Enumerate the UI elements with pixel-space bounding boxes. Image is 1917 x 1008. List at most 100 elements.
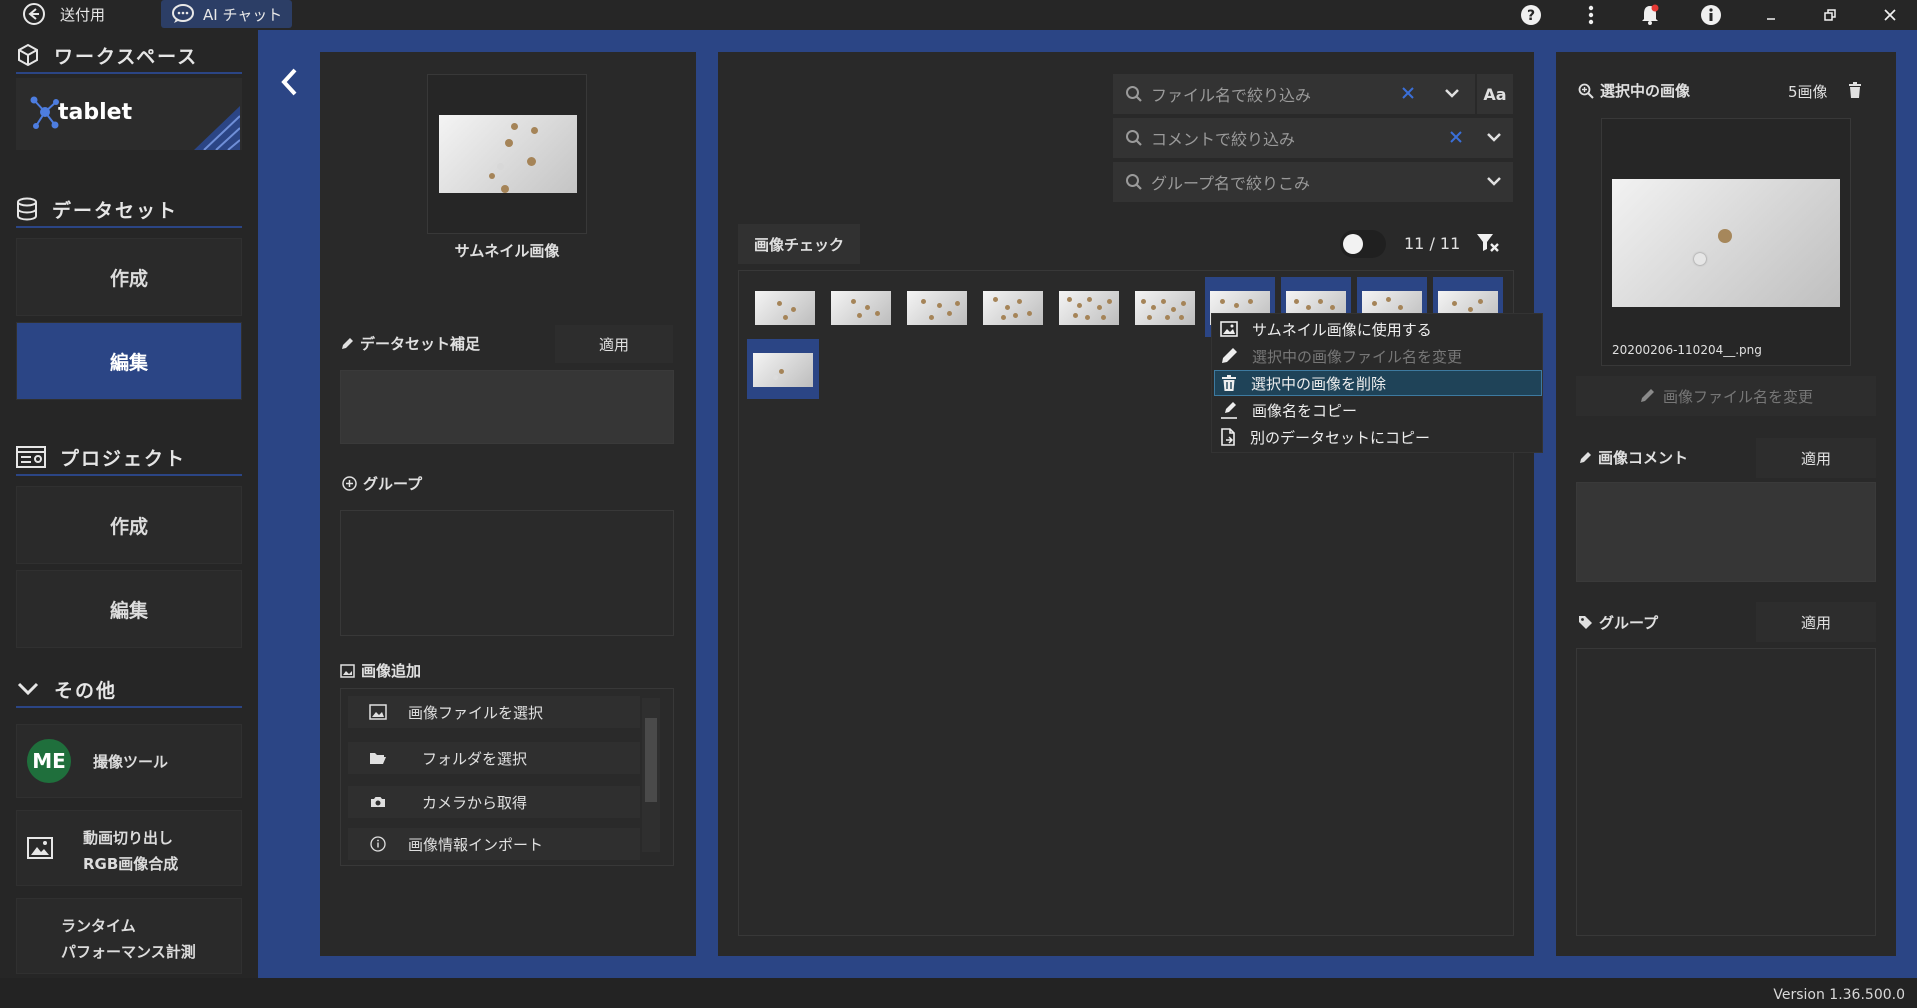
image-thumbnail[interactable] [907,291,967,325]
delete-selected-trash-icon[interactable] [1848,82,1862,98]
supplement-label-text: データセット補足 [360,335,481,353]
filename-dropdown-icon[interactable] [1443,86,1461,100]
clear-filename-icon[interactable] [1401,86,1415,100]
selected-images-label: 選択中の画像 [1578,80,1690,101]
group-label-text: グループ [363,475,423,493]
preview-filename: 20200206-110204__.png [1612,343,1762,357]
restore-icon[interactable] [1818,4,1842,26]
image-thumbnail[interactable] [753,353,813,387]
runtime-line2: パフォーマンス計測 [61,943,196,961]
file-copy-icon [1220,428,1236,446]
chat-bubble-icon [171,4,195,24]
rename-file-button[interactable]: 画像ファイル名を変更 [1576,376,1876,416]
menu-copy-image-name[interactable]: 画像名をコピー [1214,397,1542,423]
clear-comment-icon[interactable] [1449,130,1463,144]
project-header: プロジェクト [16,440,242,476]
others-header[interactable]: その他 [16,672,242,708]
ai-chat-label: AI チャット [203,5,283,24]
runtime-measure-button[interactable]: ランタイム パフォーマンス計測 [16,898,242,974]
scrollbar-thumb[interactable] [645,718,657,802]
image-group-list[interactable] [1576,648,1876,936]
version-label: Version 1.36.500.0 [1773,987,1905,1003]
import-image-info-label: 画像情報インポート [408,835,544,854]
project-edit-button[interactable]: 編集 [16,570,242,648]
select-image-file-button[interactable]: 画像ファイルを選択 [348,696,640,728]
menu-copy-to-dataset[interactable]: 別のデータセットにコピー [1214,424,1542,450]
supplement-label: データセット補足 [340,333,480,354]
molecule-logo-icon [28,92,62,132]
status-bar: Version 1.36.500.0 [0,978,1917,1008]
rename-file-label: 画像ファイル名を変更 [1662,387,1813,406]
thumbnail-label: サムネイル画像 [454,242,560,260]
supplement-textarea[interactable] [340,370,674,444]
minimize-icon[interactable] [1759,4,1783,26]
toggle-knob [1343,234,1363,254]
comment-filter-input[interactable]: コメントで絞り込み [1113,118,1513,158]
view-toggle[interactable] [1340,230,1386,258]
more-vertical-icon[interactable] [1579,4,1603,26]
filename-filter-input[interactable]: ファイル名で絞り込み [1113,74,1513,114]
menu-delete-selected-label: 選択中の画像を削除 [1251,374,1387,393]
image-thumbnail[interactable] [1059,291,1119,325]
group-apply-button[interactable]: 適用 [1756,602,1876,642]
image-thumbnail[interactable] [1135,291,1195,325]
image-group-label-text: グループ [1599,614,1659,632]
comment-apply-button[interactable]: 適用 [1756,438,1876,478]
dataset-header-label: データセット [52,199,179,222]
filter-clear-icon[interactable] [1476,232,1500,254]
plus-circle-icon [342,476,357,491]
comment-dropdown-icon[interactable] [1485,130,1503,144]
group-dropdown-icon[interactable] [1485,174,1503,188]
workspace-card[interactable]: tablet [16,78,242,150]
selected-images-label-text: 選択中の画像 [1600,82,1691,100]
camera-capture-button[interactable]: カメラから取得 [348,786,640,818]
context-menu: サムネイル画像に使用する 選択中の画像ファイル名を変更 選択中の画像を削除 画像… [1211,313,1543,453]
image-icon [1220,321,1238,337]
add-list-scrollbar[interactable] [642,698,660,852]
others-header-label: その他 [54,679,118,702]
pencil-icon [340,337,354,351]
group-filter-placeholder: グループ名で絞りこみ [1151,174,1311,193]
title-bar: 送付用 AI チャット ? [0,0,1917,30]
image-thumbnail[interactable] [831,291,891,325]
import-image-info-button[interactable]: 画像情報インポート [348,828,640,860]
bell-icon[interactable] [1638,4,1662,26]
image-icon [27,837,53,859]
info-icon[interactable] [1699,4,1723,26]
chevron-down-icon [16,681,40,697]
info-outline-icon [348,836,408,852]
project-create-button[interactable]: 作成 [16,486,242,564]
back-button[interactable]: 送付用 [22,0,105,28]
group-list[interactable] [340,510,674,636]
search-icon [1125,85,1143,103]
group-filter-input[interactable]: グループ名で絞りこみ [1113,162,1513,202]
runtime-line1: ランタイム [61,917,136,935]
select-folder-button[interactable]: フォルダを選択 [348,742,640,774]
help-icon[interactable]: ? [1519,4,1543,26]
capture-tool-button[interactable]: ME 撮像ツール [16,724,242,798]
menu-rename-selected[interactable]: 選択中の画像ファイル名を変更 [1214,343,1542,369]
project-header-label: プロジェクト [60,447,187,470]
video-extract-button[interactable]: 動画切り出し RGB画像合成 [16,810,242,886]
collapse-chevron-left-icon[interactable] [278,66,300,98]
camera-icon [348,796,408,808]
case-sensitive-button[interactable]: Aa [1475,74,1513,114]
menu-delete-selected[interactable]: 選択中の画像を削除 [1214,370,1542,396]
image-thumbnail[interactable] [755,291,815,325]
image-check-tab[interactable]: 画像チェック [738,224,860,264]
back-label: 送付用 [60,5,106,24]
menu-use-as-thumbnail[interactable]: サムネイル画像に使用する [1214,316,1542,342]
image-comment-label: 画像コメント [1578,447,1688,468]
supplement-apply-button[interactable]: 適用 [555,325,673,363]
close-icon[interactable] [1878,4,1902,26]
svg-text:?: ? [1527,8,1535,24]
ai-chat-button[interactable]: AI チャット [161,0,293,28]
thumbnail-frame[interactable] [427,74,587,234]
dataset-create-button[interactable]: 作成 [16,238,242,316]
preview-image [1612,179,1840,307]
runtime-measure-label: ランタイム パフォーマンス計測 [61,913,196,965]
image-thumbnail[interactable] [983,291,1043,325]
dataset-edit-button[interactable]: 編集 [16,322,242,400]
image-comment-textarea[interactable] [1576,482,1876,582]
selected-image-preview[interactable]: 20200206-110204__.png [1601,118,1851,366]
